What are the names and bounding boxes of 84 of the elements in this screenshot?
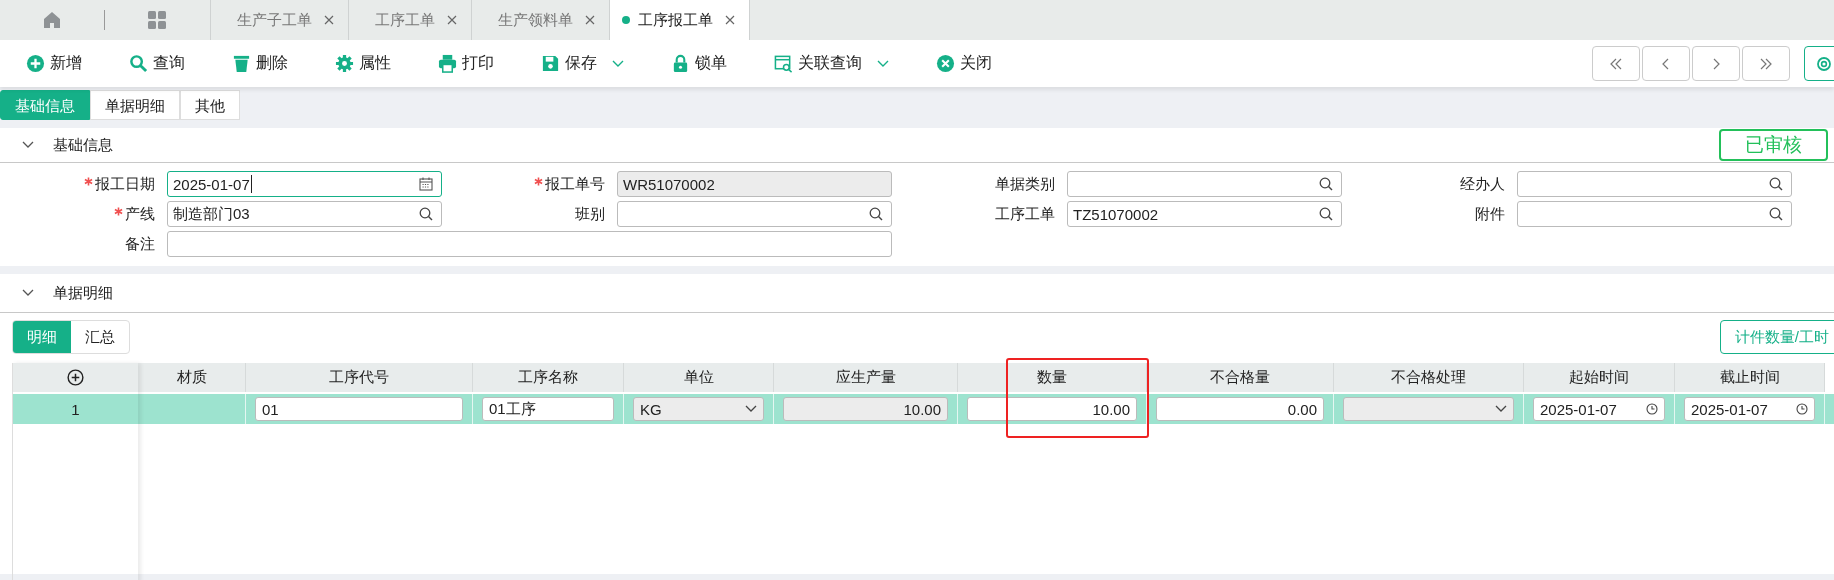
- cell-date-input[interactable]: 2025-01-07: [1533, 397, 1665, 421]
- toolbar-button[interactable]: 关闭: [936, 53, 992, 74]
- input-field[interactable]: WR51070002: [617, 171, 892, 197]
- input-field[interactable]: [167, 231, 892, 257]
- window-search-icon: [774, 54, 793, 73]
- search-icon[interactable]: [1319, 177, 1333, 191]
- field-label: 经办人: [1460, 174, 1505, 194]
- column-header: 单位: [624, 363, 774, 392]
- search-icon[interactable]: [419, 207, 433, 221]
- field-label: 单据类别: [995, 174, 1055, 194]
- search-icon[interactable]: [1319, 207, 1333, 221]
- column-header: 工序名称: [473, 363, 624, 392]
- search-icon[interactable]: [1769, 207, 1783, 221]
- clock-icon[interactable]: [1646, 403, 1658, 415]
- column-header: 材质: [138, 363, 246, 392]
- input-field[interactable]: [617, 201, 892, 227]
- home-icon[interactable]: [42, 10, 62, 30]
- cell-input[interactable]: 10.00: [967, 397, 1137, 421]
- column-header: 起始时间: [1524, 363, 1675, 392]
- cell-input[interactable]: 01工序: [482, 397, 614, 421]
- section-tab[interactable]: 单据明细: [90, 90, 180, 120]
- section-title: 单据明细: [53, 283, 113, 303]
- cell-select[interactable]: KG: [633, 397, 764, 421]
- plus-circle-icon: [26, 54, 45, 73]
- field-label: 报工单号: [545, 174, 605, 194]
- document-tab[interactable]: 工序报工单: [609, 0, 750, 40]
- input-field[interactable]: [1067, 171, 1342, 197]
- view-tab[interactable]: 汇总: [71, 321, 129, 353]
- cell-input[interactable]: 0.00: [1156, 397, 1324, 421]
- close-circle-icon: [936, 54, 955, 73]
- section-title: 基础信息: [53, 135, 113, 155]
- caret-icon[interactable]: [1495, 405, 1507, 413]
- caret-icon[interactable]: [745, 405, 757, 413]
- field-label: 报工日期: [95, 174, 155, 194]
- input-field[interactable]: [1517, 171, 1792, 197]
- field-label: 班别: [575, 204, 605, 224]
- search-icon[interactable]: [1769, 177, 1783, 191]
- column-header: 应生产量: [774, 363, 958, 392]
- section-tab[interactable]: 其他: [180, 90, 240, 120]
- add-row-icon[interactable]: [67, 369, 84, 386]
- search-icon[interactable]: [869, 207, 883, 221]
- double-chevron-right-icon: [1759, 57, 1773, 70]
- close-icon[interactable]: [725, 15, 735, 25]
- column-header: 截止时间: [1675, 363, 1825, 392]
- calendar-icon[interactable]: [419, 177, 433, 191]
- field-label: 备注: [125, 234, 155, 254]
- status-badge: 已审核: [1719, 129, 1828, 161]
- close-icon[interactable]: [585, 15, 595, 25]
- input-field[interactable]: 2025-01-07: [167, 171, 442, 197]
- field-label: 工序工单: [995, 204, 1055, 224]
- trash-icon: [232, 54, 251, 73]
- field-label: 附件: [1475, 204, 1505, 224]
- search-icon: [129, 54, 148, 73]
- cell-input[interactable]: 01: [255, 397, 463, 421]
- toolbar-button[interactable]: 新增: [26, 53, 82, 74]
- input-field[interactable]: TZ51070002: [1067, 201, 1342, 227]
- active-dot-icon: [622, 16, 630, 24]
- printer-icon: [438, 54, 457, 73]
- toolbar-button[interactable]: 查询: [129, 53, 185, 74]
- grid-icon[interactable]: [147, 10, 167, 30]
- settings-icon: [335, 54, 354, 73]
- cell-date-input[interactable]: 2025-01-07: [1684, 397, 1815, 421]
- close-icon[interactable]: [447, 15, 457, 25]
- close-icon[interactable]: [324, 15, 334, 25]
- lock-icon: [671, 54, 690, 73]
- toolbar-button[interactable]: 锁单: [671, 53, 727, 74]
- row-number: 1: [13, 392, 138, 424]
- toolbar-button[interactable]: 关联查询: [774, 53, 889, 74]
- double-chevron-left-icon: [1609, 57, 1623, 70]
- toolbar-button[interactable]: 删除: [232, 53, 288, 74]
- toolbar-button[interactable]: 打印: [438, 53, 494, 74]
- input-field[interactable]: 制造部门03: [167, 201, 442, 227]
- toolbar-button[interactable]: 保存: [541, 53, 624, 74]
- settings-button[interactable]: [1804, 46, 1834, 81]
- column-header: 不合格量: [1147, 363, 1334, 392]
- column-header: 不合格处理: [1334, 363, 1524, 392]
- collapse-icon[interactable]: [22, 289, 34, 297]
- collapse-icon[interactable]: [22, 141, 34, 149]
- toolbar-button[interactable]: 属性: [335, 53, 391, 74]
- cell-select[interactable]: [1343, 397, 1514, 421]
- input-field[interactable]: [1517, 201, 1792, 227]
- field-label: 产线: [125, 204, 155, 224]
- clock-icon[interactable]: [1796, 403, 1808, 415]
- column-header: 工序代号: [246, 363, 473, 392]
